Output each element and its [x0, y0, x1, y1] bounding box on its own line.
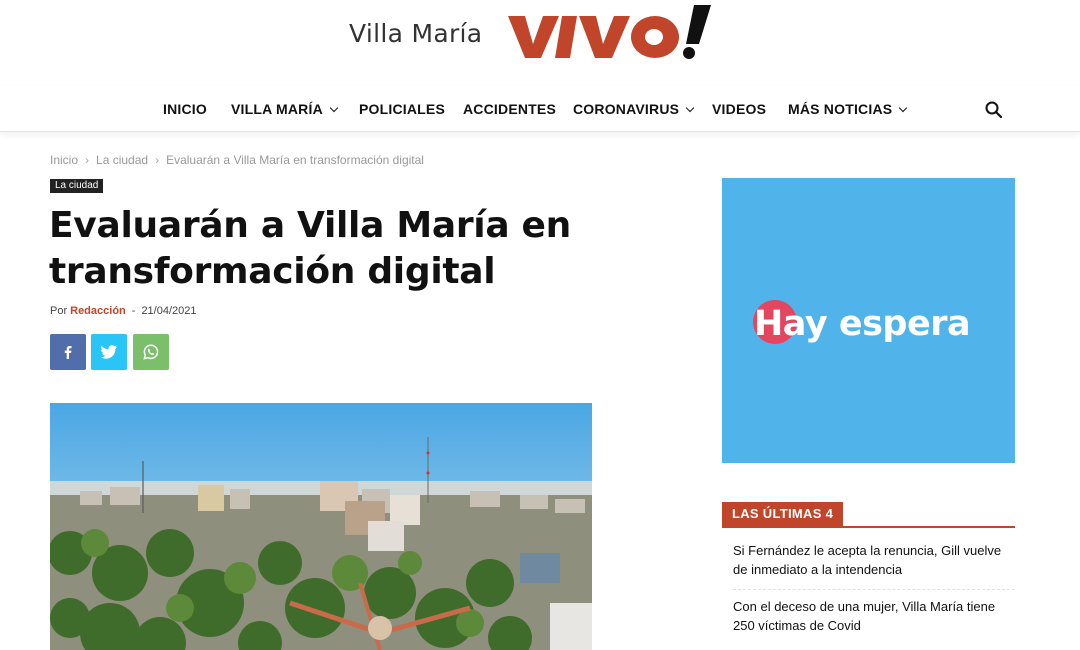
article-title: Evaluarán a Villa María en transformació…	[49, 205, 572, 292]
ad-text: Hay espera	[754, 304, 971, 344]
sidebar-ad-banner[interactable]: Hay espera	[722, 178, 1015, 463]
news-divider	[733, 589, 1015, 590]
chevron-down-icon	[329, 103, 339, 113]
latest-news-item[interactable]: Con el deceso de una mujer, Villa María …	[733, 597, 1015, 635]
breadcrumb-current: Evaluarán a Villa María en transformació…	[166, 153, 424, 167]
meta-separator: -	[131, 305, 136, 317]
share-whatsapp-button[interactable]	[133, 334, 169, 370]
nav-item-policiales[interactable]: POLICIALES	[359, 101, 445, 117]
nav-item-videos[interactable]: VIDEOS	[712, 101, 766, 117]
latest-news-item[interactable]: Si Fernández le acepta la renuncia, Gill…	[733, 541, 1015, 579]
share-facebook-button[interactable]	[50, 334, 86, 370]
share-twitter-button[interactable]	[91, 334, 127, 370]
facebook-icon	[64, 346, 72, 359]
site-name[interactable]: Villa María	[349, 19, 482, 48]
breadcrumb-category-link[interactable]: La ciudad	[96, 153, 148, 167]
breadcrumb-separator: ›	[155, 153, 160, 167]
nav-item-accidentes[interactable]: ACCIDENTES	[463, 101, 556, 117]
twitter-icon	[101, 345, 117, 359]
category-tag[interactable]: La ciudad	[50, 179, 104, 193]
nav-item-mas-noticias[interactable]: MÁS NOTICIAS	[788, 101, 908, 117]
by-label: Por	[50, 305, 68, 317]
article-featured-image[interactable]	[50, 403, 592, 650]
breadcrumb-separator: ›	[85, 153, 90, 167]
article-meta: Por Redacción -21/04/2021	[50, 305, 197, 317]
main-nav: INICIO VILLA MARÍA POLICIALES ACCIDENTES…	[0, 86, 1080, 132]
chevron-down-icon	[685, 103, 695, 113]
brand-logo[interactable]	[506, 2, 716, 62]
breadcrumb: Inicio › La ciudad › Evaluarán a Villa María…	[50, 153, 424, 167]
site-header: Villa María	[0, 0, 1080, 70]
search-icon[interactable]	[984, 100, 1004, 120]
article-date: 21/04/2021	[141, 305, 197, 317]
latest-news-header: LAS ÚLTIMAS 4	[722, 502, 1015, 528]
nav-item-inicio[interactable]: INICIO	[163, 101, 207, 117]
breadcrumb-home-link[interactable]: Inicio	[50, 153, 78, 167]
author-link[interactable]: Redacción	[70, 305, 126, 317]
nav-item-coronavirus[interactable]: CORONAVIRUS	[573, 101, 695, 117]
latest-news-title: LAS ÚLTIMAS 4	[722, 502, 844, 526]
whatsapp-icon	[143, 344, 159, 360]
nav-item-villa-maria[interactable]: VILLA MARÍA	[231, 101, 339, 117]
chevron-down-icon	[899, 103, 908, 113]
